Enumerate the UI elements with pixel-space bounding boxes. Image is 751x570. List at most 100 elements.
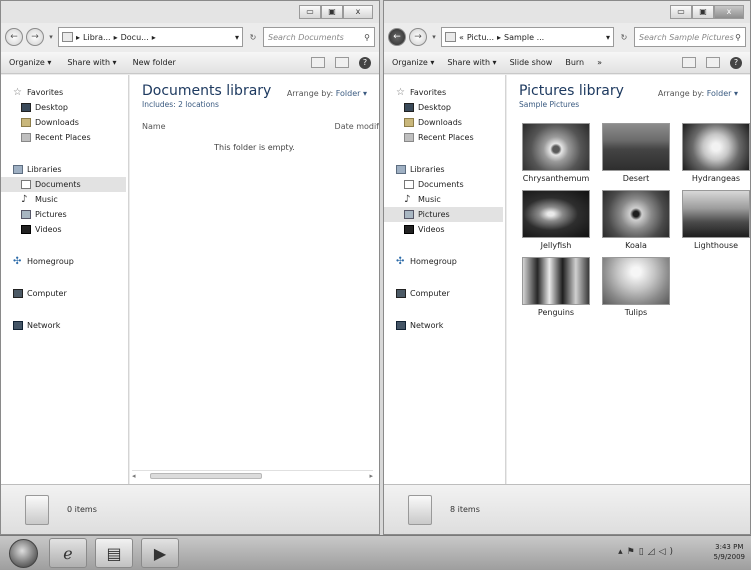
minimize-button[interactable]: ▭ [670,5,692,19]
close-button[interactable]: x [343,5,373,19]
forward-button[interactable]: → [26,28,44,46]
nav-computer[interactable]: Computer [1,286,128,301]
close-button[interactable]: x [714,5,744,19]
nav-libraries[interactable]: Libraries [384,162,505,177]
file-list-pane[interactable]: Pictures library Sample Pictures Arrange… [507,75,750,484]
recent-pages-dropdown[interactable]: ▾ [47,33,55,41]
flag-icon[interactable]: ⚑ [627,547,639,557]
search-input[interactable]: Search Sample Pictures ⚲ [634,27,746,47]
start-button[interactable] [9,539,38,568]
refresh-icon[interactable]: ↻ [617,33,631,42]
library-locations-link[interactable]: Includes: 2 locations [142,100,379,109]
nav-homegroup[interactable]: ✣ Homegroup [1,254,128,269]
nav-favorites[interactable]: ☆ Favorites [384,85,505,100]
network-icon[interactable]: ◿ [648,547,659,557]
picture-tile-penguins[interactable]: Penguins [517,257,595,317]
nav-documents[interactable]: Documents [1,177,126,192]
nav-network[interactable]: Network [1,318,128,333]
internet-explorer-taskbar-button[interactable]: ℯ [49,538,87,568]
slide-show-button[interactable]: Slide show [510,58,553,67]
scroll-right-icon[interactable]: ▸ [369,472,373,480]
picture-tile-jellyfish[interactable]: Jellyfish [517,190,595,250]
refresh-icon[interactable]: ↻ [246,33,260,42]
scrollbar-thumb[interactable] [149,472,262,479]
search-icon[interactable]: ⚲ [364,33,370,42]
nav-libraries[interactable]: Libraries [1,162,128,177]
address-dropdown-icon[interactable]: ▾ [235,33,239,42]
arrange-by-dropdown[interactable]: Folder ▾ [707,89,738,98]
nav-downloads[interactable]: Downloads [384,115,505,130]
new-folder-button[interactable]: New folder [133,58,176,67]
search-input[interactable]: Search Documents ⚲ [263,27,375,47]
organize-menu[interactable]: Organize ▾ [392,58,434,67]
homegroup-icon: ✣ [13,256,22,267]
speaker-icon[interactable]: ◁) [659,547,677,557]
change-view-icon[interactable] [311,57,325,68]
nav-computer[interactable]: Computer [384,286,505,301]
notification-area[interactable]: ▴⚑▯◿◁) [618,547,677,557]
address-bar[interactable]: ▸ Libra... ▸ Docu... ▸ ▾ [58,27,243,47]
minimize-button[interactable]: ▭ [299,5,321,19]
help-icon[interactable]: ? [730,56,742,69]
clock-time: 3:43 PM [715,543,744,551]
back-button[interactable]: ← [5,28,23,46]
maximize-button[interactable]: ▣ [692,5,714,19]
horizontal-scrollbar[interactable]: ◂ ▸ [132,470,373,480]
nav-music[interactable]: ♪ Music [1,192,128,207]
change-view-icon[interactable] [682,57,696,68]
help-icon[interactable]: ? [359,56,371,69]
recent-pages-dropdown[interactable]: ▾ [430,33,438,41]
file-list-pane[interactable]: Documents library Includes: 2 locations … [130,75,379,484]
picture-tile-hydrangeas[interactable]: Hydrangeas [677,123,750,183]
organize-menu[interactable]: Organize ▾ [9,58,51,67]
breadcrumb-libraries[interactable]: Libra... [83,33,111,42]
column-header-date-modified[interactable]: Date modif [335,122,379,131]
power-icon[interactable]: ▯ [639,547,648,557]
picture-tile-chrysanthemum[interactable]: Chrysanthemum [517,123,595,183]
nav-recent-places[interactable]: Recent Places [1,130,128,145]
breadcrumb-overflow[interactable]: « [459,33,464,42]
burn-button[interactable]: Burn [565,58,584,67]
nav-favorites[interactable]: ☆ Favorites [1,85,128,100]
column-header-name[interactable]: Name [142,122,166,131]
documents-explorer-window: ▭ ▣ x ← → ▾ ▸ Libra... ▸ Docu... ▸ ▾ ↻ S… [0,0,380,535]
share-with-menu[interactable]: Share with ▾ [67,58,116,67]
nav-recent-places[interactable]: Recent Places [384,130,505,145]
windows-explorer-taskbar-button[interactable]: ▤ [95,538,133,568]
forward-button[interactable]: → [409,28,427,46]
maximize-button[interactable]: ▣ [321,5,343,19]
nav-music[interactable]: ♪ Music [384,192,505,207]
arrange-by-dropdown[interactable]: Folder ▾ [336,89,367,98]
address-dropdown-icon[interactable]: ▾ [606,33,610,42]
breadcrumb-documents[interactable]: Docu... [121,33,149,42]
nav-network[interactable]: Network [384,318,505,333]
nav-videos[interactable]: Videos [384,222,505,237]
picture-tile-lighthouse[interactable]: Lighthouse [677,190,750,250]
title-bar[interactable]: ▭ ▣ x [384,1,750,23]
nav-videos[interactable]: Videos [1,222,128,237]
search-icon[interactable]: ⚲ [735,33,741,42]
nav-homegroup[interactable]: ✣ Homegroup [384,254,505,269]
title-bar[interactable]: ▭ ▣ x [1,1,379,23]
clock[interactable]: 3:43 PM 5/9/2009 [714,542,745,562]
preview-pane-icon[interactable] [706,57,720,68]
more-commands-button[interactable]: » [597,58,602,67]
nav-pictures[interactable]: Pictures [1,207,128,222]
nav-pictures[interactable]: Pictures [384,207,503,222]
preview-pane-icon[interactable] [335,57,349,68]
nav-downloads[interactable]: Downloads [1,115,128,130]
address-bar[interactable]: « Pictu... ▸ Sample ... ▾ [441,27,614,47]
nav-documents[interactable]: Documents [384,177,505,192]
picture-tile-koala[interactable]: Koala [597,190,675,250]
scroll-left-icon[interactable]: ◂ [132,472,136,480]
arrow-up-icon[interactable]: ▴ [618,547,627,557]
nav-desktop[interactable]: Desktop [384,100,505,115]
back-button[interactable]: ← [388,28,406,46]
breadcrumb-pictures[interactable]: Pictu... [467,33,494,42]
share-with-menu[interactable]: Share with ▾ [447,58,496,67]
picture-tile-desert[interactable]: Desert [597,123,675,183]
media-player-taskbar-button[interactable]: ▶ [141,538,179,568]
nav-desktop[interactable]: Desktop [1,100,128,115]
breadcrumb-sample-pictures[interactable]: Sample ... [504,33,544,42]
picture-tile-tulips[interactable]: Tulips [597,257,675,317]
